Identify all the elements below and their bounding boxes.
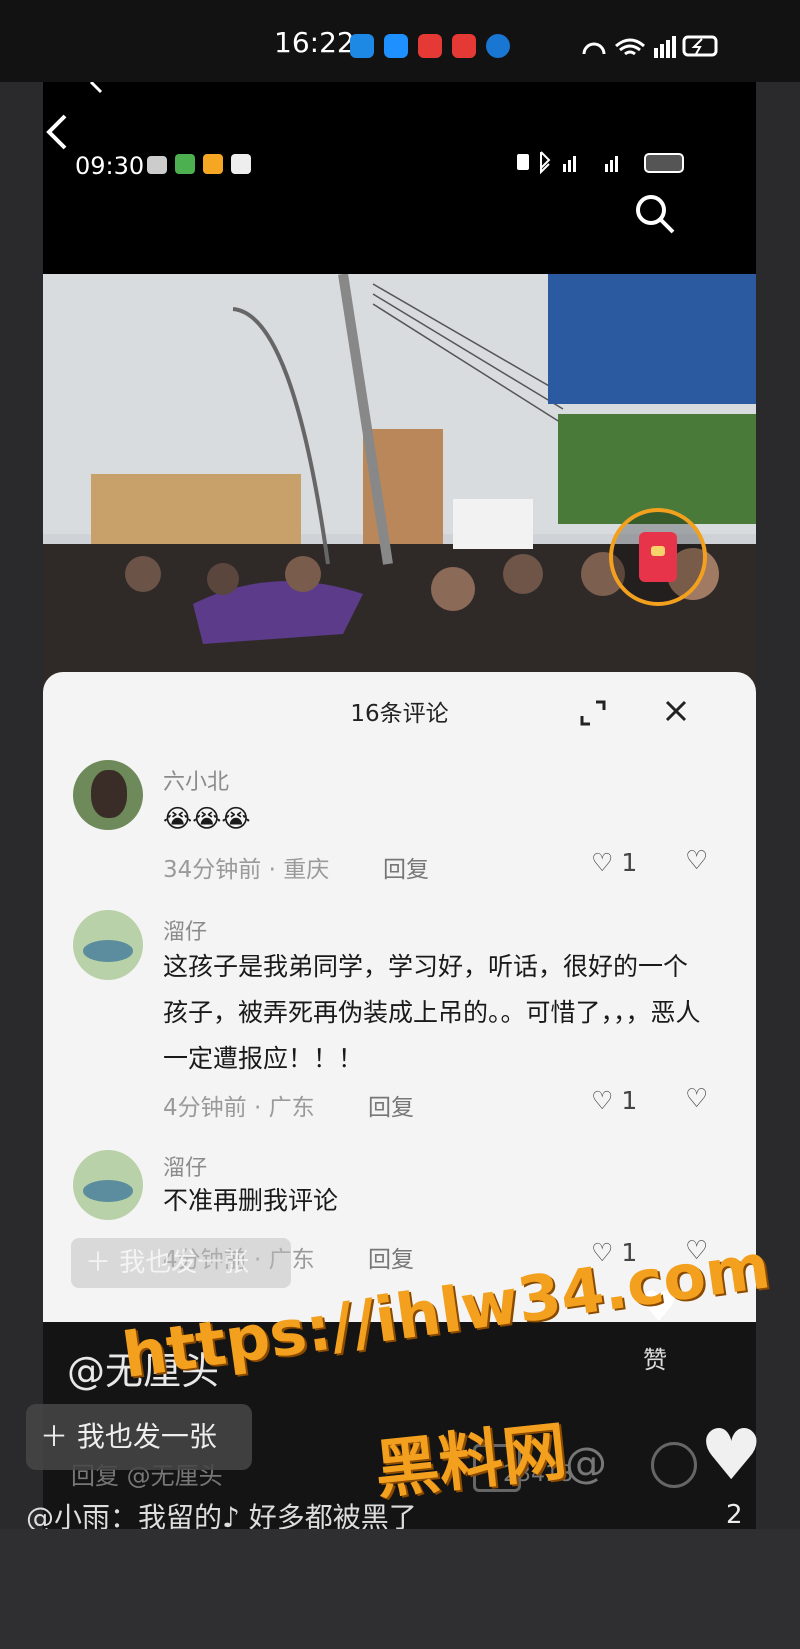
comment-location: 重庆: [283, 857, 330, 883]
comment-author[interactable]: 六小北: [163, 764, 229, 796]
reply-button[interactable]: 回复: [368, 1088, 414, 1122]
app-icon-green: [175, 154, 195, 174]
browser-app-icon: [486, 34, 510, 58]
heart-icon: ♡: [591, 848, 614, 877]
dislike-icon[interactable]: ♡: [685, 1084, 708, 1114]
partial-icon: [89, 82, 103, 94]
red-app-icon: [452, 34, 476, 58]
plus-icon: ＋: [40, 1420, 69, 1453]
comment-text: 😭😭😭: [163, 804, 251, 833]
like-count: 1: [621, 848, 638, 877]
reply-button[interactable]: 回复: [383, 850, 429, 884]
inner-status-time: 09:30: [75, 152, 145, 180]
inner-system-icons: [517, 151, 684, 175]
red-packet-icon: [639, 532, 677, 582]
avatar[interactable]: [73, 910, 143, 980]
comment-meta: 4分钟前 · 广东: [163, 1095, 315, 1121]
comment-like-button[interactable]: ♡ 1: [591, 1086, 637, 1115]
comment-text: 这孩子是我弟同学，学习好，听话，很好的一个孩子，被弄死再伪装成上吊的。。可惜了，…: [163, 952, 701, 1073]
comment-meta: 34分钟前 · 重庆: [163, 857, 330, 883]
wechat-icon: [147, 156, 167, 174]
reply-button[interactable]: 回复: [368, 1240, 414, 1274]
store-app-icon: [418, 34, 442, 58]
comment-like-button[interactable]: ♡ 1: [591, 848, 637, 877]
heart-count: 2: [726, 1500, 743, 1530]
post-image-button[interactable]: ＋ 我也发一张: [71, 1238, 291, 1288]
comment-text: 不准再删我评论: [163, 1186, 339, 1215]
close-icon[interactable]: [661, 696, 691, 726]
message-app-icon: [350, 34, 374, 58]
at-icon[interactable]: @: [565, 1438, 607, 1487]
post-image-button-feed[interactable]: ＋ 我也发一张: [26, 1404, 252, 1470]
comment-time: 34分钟前: [163, 857, 262, 883]
mail-icon: [231, 154, 251, 174]
back-arrow-icon[interactable]: [43, 112, 73, 152]
red-packet-button[interactable]: [609, 508, 707, 606]
system-status-icons: [582, 35, 718, 58]
comments-panel: 16条评论 六小北 😭😭😭 34分钟前 · 重庆 回复 ♡ 1 ♡ 溜仔 这孩子…: [43, 672, 756, 1322]
shield-app-icon: [384, 34, 408, 58]
big-heart-icon[interactable]: ♥: [700, 1420, 763, 1490]
comment-author[interactable]: 溜仔: [163, 914, 207, 946]
emoji-icon[interactable]: [651, 1442, 697, 1488]
bottom-bar: [0, 1529, 800, 1649]
like-count: 1: [621, 1086, 638, 1115]
heart-icon: ♡: [591, 1086, 614, 1115]
search-icon[interactable]: [633, 192, 677, 236]
dislike-icon[interactable]: ♡: [685, 846, 708, 876]
post-image-label: 我也发一张: [119, 1248, 250, 1278]
avatar[interactable]: [73, 760, 143, 830]
plus-icon: ＋: [85, 1248, 112, 1278]
comment-time: 4分钟前: [163, 1095, 247, 1121]
comment-location: 广东: [268, 1095, 315, 1121]
avatar[interactable]: [73, 1150, 143, 1220]
comments-title: 16条评论: [350, 701, 449, 727]
outer-status-bar: 16:22: [0, 0, 800, 82]
like-label: 赞: [643, 1346, 667, 1374]
expand-icon[interactable]: [578, 698, 608, 728]
weibo-icon: [203, 154, 223, 174]
status-time: 16:22: [274, 26, 355, 59]
post-button-label: 我也发一张: [76, 1420, 217, 1453]
